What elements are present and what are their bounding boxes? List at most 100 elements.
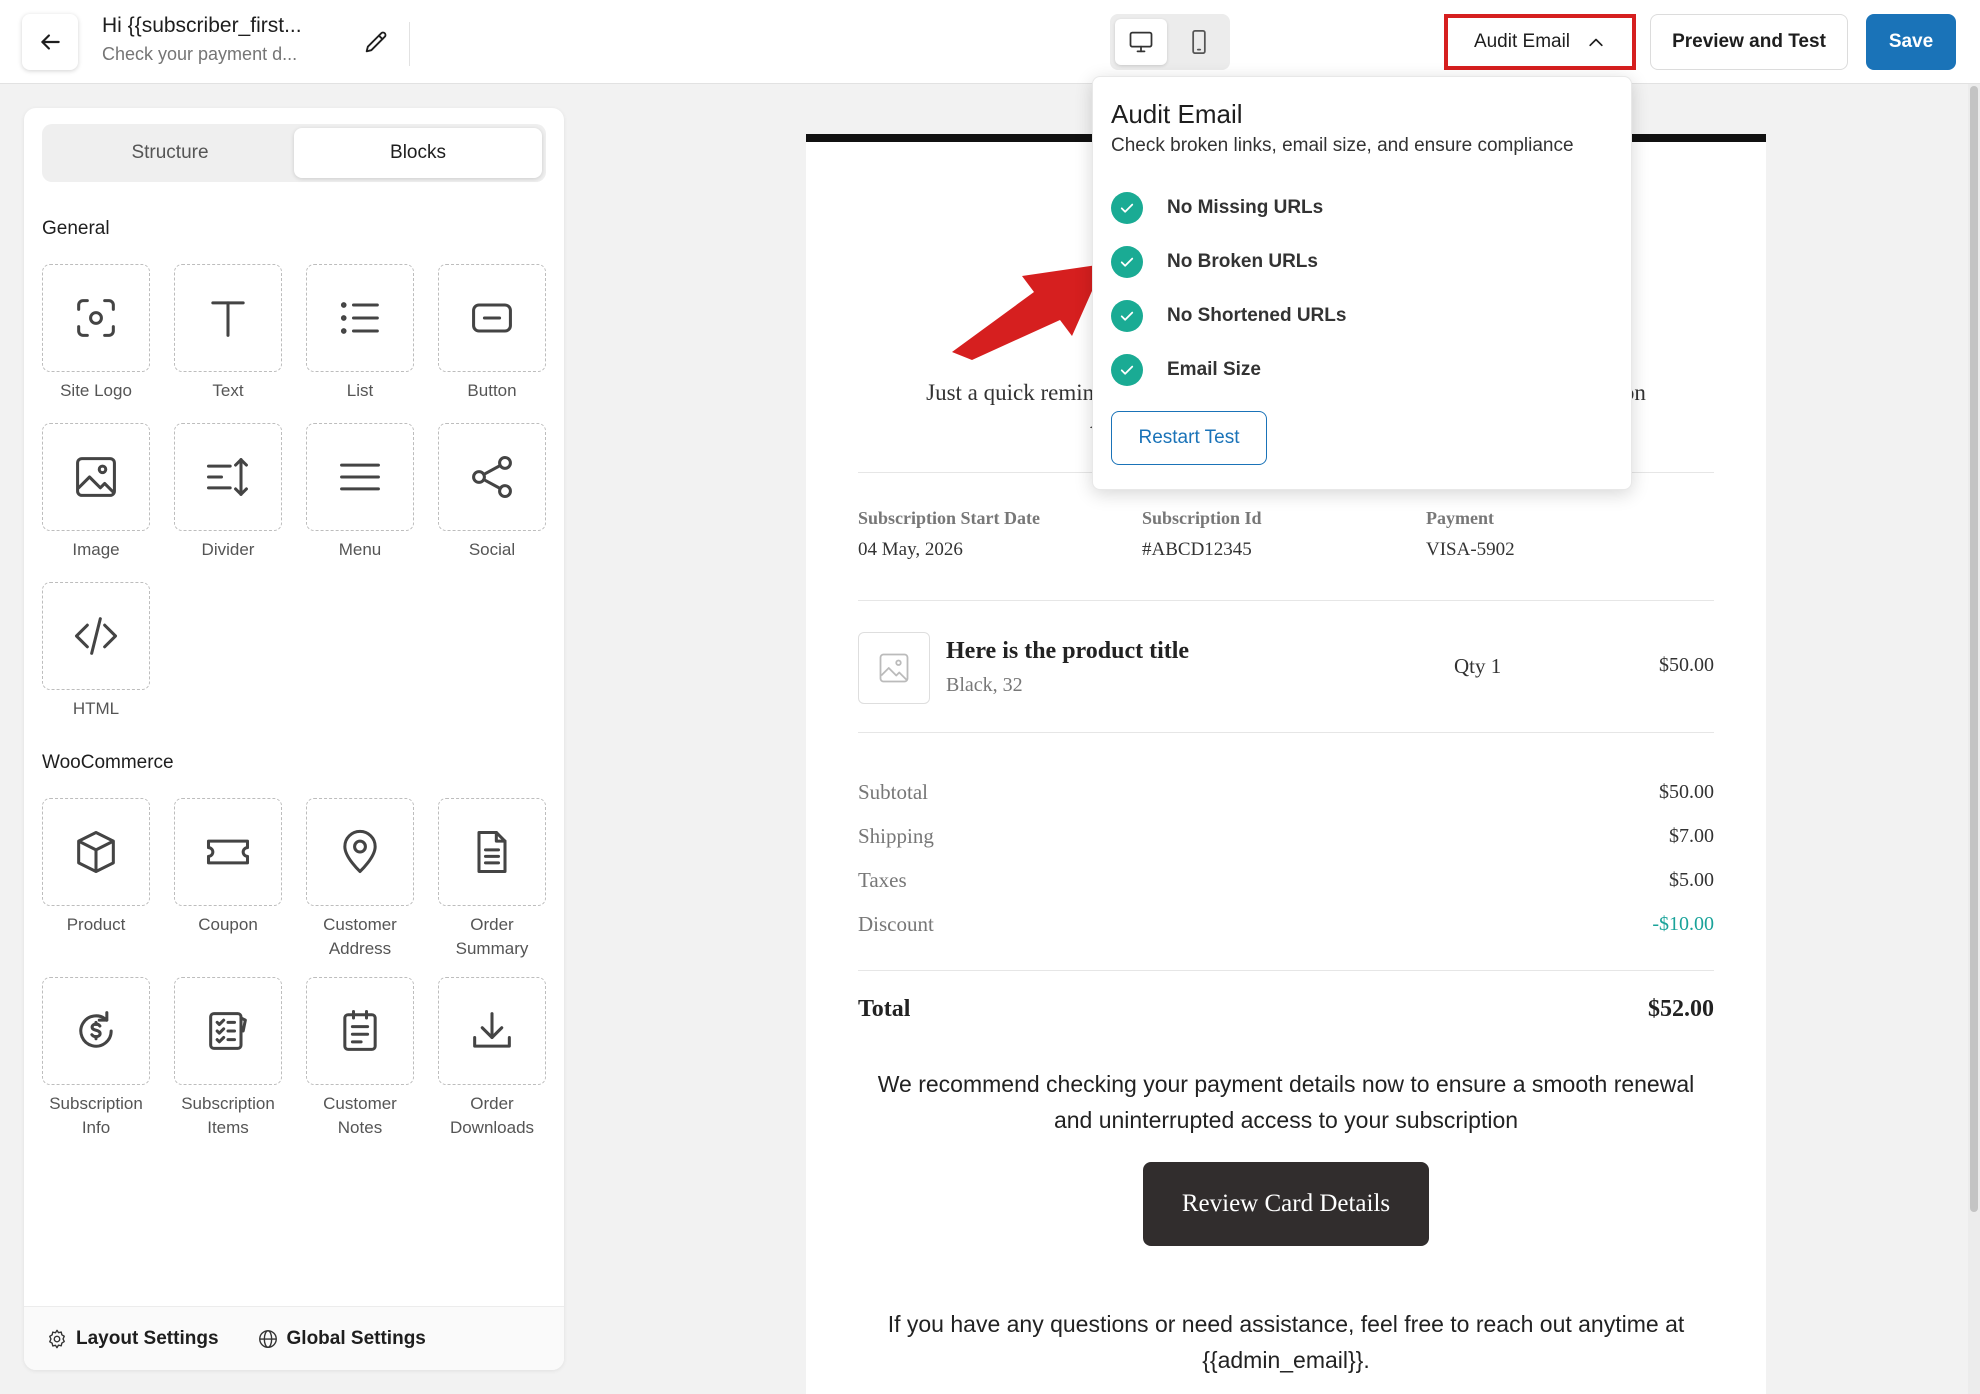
block-label: Customer Address xyxy=(323,915,397,958)
location-pin-icon xyxy=(343,829,377,874)
recommend-text: We recommend checking your payment detai… xyxy=(877,1071,1695,1133)
start-date-value: 04 May, 2026 xyxy=(858,539,963,560)
block-divider[interactable]: Divider xyxy=(174,423,282,562)
notes-icon xyxy=(343,1009,377,1051)
layout-settings-label: Layout Settings xyxy=(76,1327,219,1349)
block-html[interactable]: HTML xyxy=(42,582,150,721)
subtotal-row: Subtotal $50.00 xyxy=(858,770,1714,814)
check-label: No Shortened URLs xyxy=(1167,305,1347,326)
blocks-panel: Structure Blocks General Site Logo Text … xyxy=(24,108,564,1370)
product-price: $50.00 xyxy=(1659,654,1714,676)
back-button[interactable] xyxy=(22,14,78,70)
block-order-downloads[interactable]: Order Downloads xyxy=(438,977,546,1140)
divider xyxy=(858,970,1714,971)
product-qty: Qty 1 xyxy=(1454,654,1502,678)
product-thumbnail xyxy=(858,632,930,704)
shipping-row: Shipping $7.00 xyxy=(858,814,1714,858)
block-label: Customer Notes xyxy=(323,1094,397,1137)
taxes-label: Taxes xyxy=(858,867,907,892)
download-icon xyxy=(473,1012,511,1048)
preview-and-test-button[interactable]: Preview and Test xyxy=(1650,14,1848,70)
block-customer-address[interactable]: Customer Address xyxy=(306,798,414,961)
block-list[interactable]: List xyxy=(306,264,414,403)
global-settings-button[interactable]: Global Settings xyxy=(257,1328,426,1350)
block-label: Text xyxy=(212,381,244,400)
email-subject: Hi {{subscriber_first... xyxy=(102,14,302,37)
intro-start: Just a quick remin xyxy=(926,380,1095,405)
arrow-left-icon xyxy=(41,34,60,50)
checklist-icon xyxy=(209,1012,247,1050)
menu-icon xyxy=(340,463,380,491)
taxes-value: $5.00 xyxy=(1669,868,1714,891)
audit-email-button[interactable]: Audit Email xyxy=(1444,14,1636,70)
block-customer-notes[interactable]: Customer Notes xyxy=(306,977,414,1140)
tab-structure[interactable]: Structure xyxy=(46,128,294,178)
document-icon xyxy=(477,830,507,874)
general-blocks-grid: Site Logo Text List Button Image Divider xyxy=(42,264,546,721)
check-email-size: Email Size xyxy=(1111,343,1346,397)
block-order-summary[interactable]: Order Summary xyxy=(438,798,546,961)
block-label: Coupon xyxy=(198,915,258,934)
block-label: Order Downloads xyxy=(449,1094,535,1137)
block-button[interactable]: Button xyxy=(438,264,546,403)
support-text: If you have any questions or need assist… xyxy=(887,1311,1685,1373)
desktop-icon xyxy=(1129,31,1153,53)
mobile-view-button[interactable] xyxy=(1173,19,1225,65)
list-icon xyxy=(340,302,379,334)
block-label: Order Summary xyxy=(455,915,529,958)
red-annotation-arrow-icon xyxy=(952,264,1104,360)
check-broken-urls: No Broken URLs xyxy=(1111,235,1346,289)
discount-label: Discount xyxy=(858,911,934,936)
gear-icon xyxy=(49,1329,65,1348)
subscription-icon xyxy=(79,1011,113,1048)
subscription-id-value: #ABCD12345 xyxy=(1142,539,1252,560)
woocommerce-blocks-grid: Product Coupon Customer Address Order Su… xyxy=(42,798,546,1140)
check-shortened-urls: No Shortened URLs xyxy=(1111,289,1346,343)
pencil-icon[interactable] xyxy=(362,28,390,56)
restart-test-button[interactable]: Restart Test xyxy=(1111,411,1267,465)
block-coupon[interactable]: Coupon xyxy=(174,798,282,961)
mobile-icon xyxy=(1192,30,1206,54)
share-icon xyxy=(472,455,512,499)
button-icon xyxy=(472,303,512,333)
block-social[interactable]: Social xyxy=(438,423,546,562)
audit-subtitle: Check broken links, email size, and ensu… xyxy=(1111,135,1574,156)
check-label: No Broken URLs xyxy=(1167,251,1318,272)
woocommerce-section-title: WooCommerce xyxy=(42,752,174,773)
subtotal-value: $50.00 xyxy=(1659,780,1714,803)
block-label: Site Logo xyxy=(60,381,132,400)
discount-row: Discount -$10.00 xyxy=(858,902,1714,946)
device-toggle xyxy=(1110,14,1230,70)
total-value: $52.00 xyxy=(1648,996,1714,1022)
layout-settings-button[interactable]: Layout Settings xyxy=(46,1328,219,1350)
block-text[interactable]: Text xyxy=(174,264,282,403)
divider xyxy=(409,22,410,66)
block-site-logo[interactable]: Site Logo xyxy=(42,264,150,403)
block-subscription-info[interactable]: Subscription Info xyxy=(42,977,150,1140)
review-card-details-button[interactable]: Review Card Details xyxy=(1143,1162,1429,1246)
text-icon xyxy=(211,301,245,337)
shipping-value: $7.00 xyxy=(1669,824,1714,847)
global-settings-label: Global Settings xyxy=(286,1327,426,1349)
scrollbar-thumb[interactable] xyxy=(1970,86,1978,1212)
save-button[interactable]: Save xyxy=(1866,14,1956,70)
order-totals: Subtotal $50.00 Shipping $7.00 Taxes $5.… xyxy=(858,770,1714,946)
product-title: Here is the product title xyxy=(946,638,1190,664)
block-menu[interactable]: Menu xyxy=(306,423,414,562)
audit-email-dropdown: Audit Email Check broken links, email si… xyxy=(1092,76,1632,490)
code-icon xyxy=(74,617,118,655)
block-image[interactable]: Image xyxy=(42,423,150,562)
block-product[interactable]: Product xyxy=(42,798,150,961)
desktop-view-button[interactable] xyxy=(1115,19,1167,65)
payment-label: Payment xyxy=(1426,508,1494,528)
total-label: Total xyxy=(858,996,911,1022)
start-date-label: Subscription Start Date xyxy=(858,508,1041,528)
site-logo-icon xyxy=(77,299,115,337)
tab-blocks[interactable]: Blocks xyxy=(294,128,542,178)
block-label: HTML xyxy=(72,699,120,718)
shipping-label: Shipping xyxy=(858,823,934,848)
block-label: Image xyxy=(72,540,120,559)
block-subscription-items[interactable]: Subscription Items xyxy=(174,977,282,1140)
globe-icon xyxy=(258,1329,277,1348)
subscription-info: Subscription Start Date 04 May, 2026 Sub… xyxy=(858,508,1714,561)
